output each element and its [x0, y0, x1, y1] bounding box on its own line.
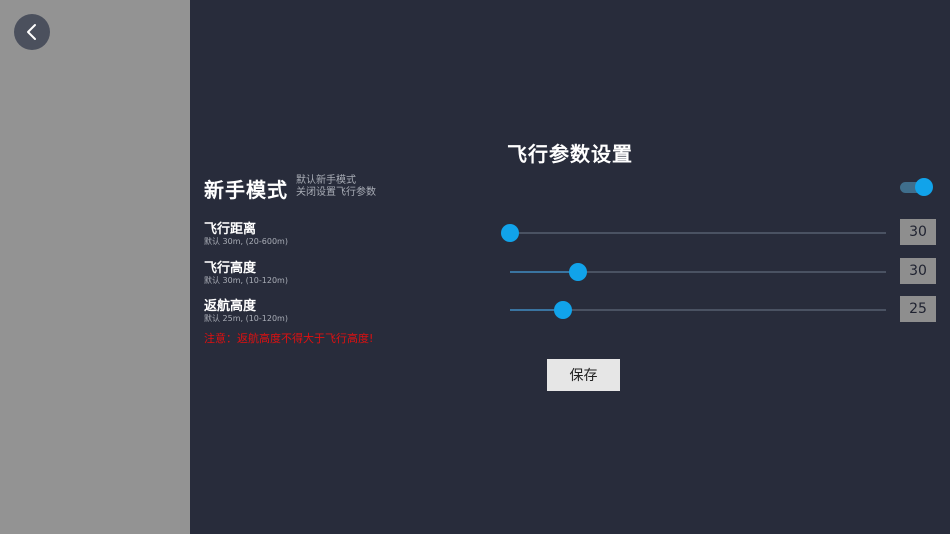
setting-row-return-altitude: 返航高度 默认 25m, (10-120m) 25: [204, 295, 940, 325]
slider-fill: [510, 271, 578, 273]
novice-mode-toggle[interactable]: [900, 178, 933, 196]
page-title: 飞行参数设置: [507, 142, 633, 166]
setting-label: 飞行距离: [204, 222, 257, 237]
back-arrow-icon: [27, 24, 36, 40]
toggle-thumb: [915, 178, 933, 196]
flight-altitude-value: 30: [900, 258, 936, 284]
slider-thumb[interactable]: [554, 301, 572, 319]
setting-row-flight-distance: 飞行距离 默认 30m, (20-600m) 30: [204, 218, 940, 248]
setting-label: 飞行高度: [204, 261, 257, 276]
left-panel: [0, 0, 190, 534]
slider-track: [510, 232, 886, 234]
novice-mode-description: 默认新手模式 关闭设置飞行参数: [296, 175, 376, 199]
novice-mode-label: 新手模式: [204, 178, 288, 202]
setting-hint: 默认 30m, (10-120m): [204, 276, 288, 285]
slider-thumb[interactable]: [501, 224, 519, 242]
return-altitude-value: 25: [900, 296, 936, 322]
back-button[interactable]: [14, 14, 50, 50]
flight-altitude-slider[interactable]: [510, 262, 886, 282]
app-root: 飞行参数设置 新手模式 默认新手模式 关闭设置飞行参数 飞行距离 默认 30m,…: [0, 0, 950, 534]
flight-distance-slider[interactable]: [501, 223, 886, 243]
save-button[interactable]: 保存: [547, 359, 620, 391]
novice-mode-desc-line2: 关闭设置飞行参数: [296, 187, 376, 198]
return-altitude-slider[interactable]: [510, 300, 886, 320]
altitude-warning: 注意：返航高度不得大于飞行高度!: [204, 332, 374, 345]
setting-label: 返航高度: [204, 299, 257, 314]
flight-distance-value: 30: [900, 219, 936, 245]
slider-thumb[interactable]: [569, 263, 587, 281]
novice-mode-desc-line1: 默认新手模式: [296, 175, 356, 186]
setting-row-flight-altitude: 飞行高度 默认 30m, (10-120m) 30: [204, 257, 940, 287]
setting-hint: 默认 25m, (10-120m): [204, 314, 288, 323]
setting-hint: 默认 30m, (20-600m): [204, 237, 288, 246]
